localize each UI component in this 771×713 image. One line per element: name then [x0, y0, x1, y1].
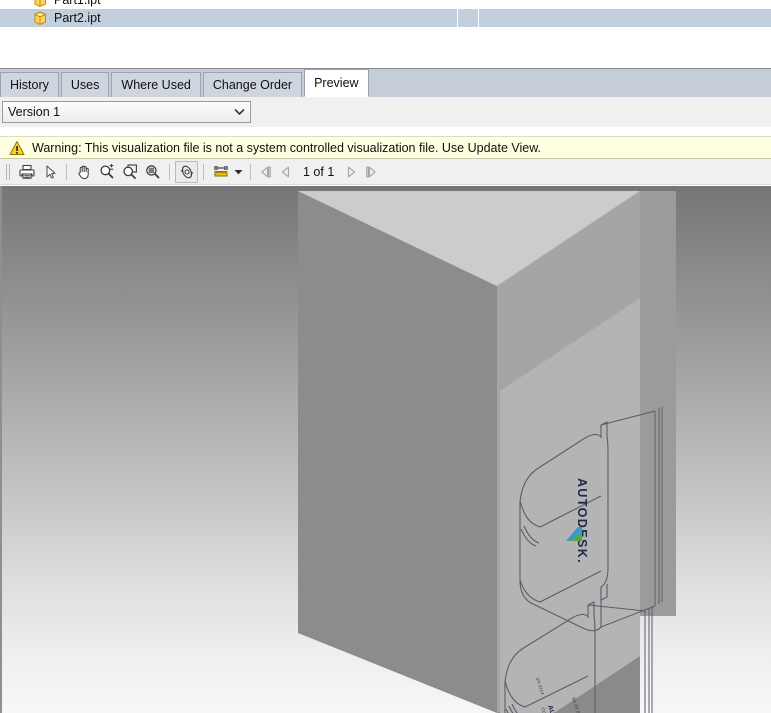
- row-indent: [0, 0, 32, 9]
- zoom-all-icon[interactable]: [141, 161, 164, 183]
- column-separator: [478, 0, 479, 30]
- column-separator: [457, 0, 458, 30]
- zoom-icon[interactable]: [95, 161, 118, 183]
- warning-message: Warning: This visualization file is not …: [32, 140, 542, 155]
- file-list-grid[interactable]: Part1.ipt Part2.ipt: [0, 0, 771, 30]
- measure-ruler-icon[interactable]: [209, 161, 232, 183]
- list-item-label: Part1.ipt: [54, 0, 101, 7]
- version-bar: Version 1: [0, 97, 771, 128]
- last-page-icon[interactable]: [361, 161, 381, 183]
- ipt-part-icon: [32, 0, 48, 8]
- ipt-part-icon: [32, 10, 48, 26]
- print-icon[interactable]: [15, 161, 38, 183]
- next-page-icon[interactable]: [341, 161, 361, 183]
- tab-preview[interactable]: Preview: [304, 69, 369, 97]
- toolbar-separator: [250, 164, 251, 180]
- version-select[interactable]: Version 1: [2, 101, 251, 123]
- toolbar-grip-handle[interactable]: [4, 163, 13, 181]
- chevron-down-icon[interactable]: [228, 102, 250, 122]
- tab-list: History Uses Where Used Change Order Pre…: [0, 69, 369, 97]
- tab-bar: History Uses Where Used Change Order Pre…: [0, 68, 771, 97]
- toolbar-separator: [66, 164, 67, 180]
- vault-preview-panel: Part1.ipt Part2.ipt History Uses Where U…: [0, 0, 771, 713]
- list-item-label: Part2.ipt: [54, 11, 101, 25]
- model-face-right-strip: [640, 191, 676, 616]
- list-item[interactable]: Part1.ipt: [0, 0, 771, 9]
- warning-triangle-icon: [9, 140, 25, 156]
- toolbar-separator: [169, 164, 170, 180]
- toolbar-bottom-edge: [0, 184, 771, 185]
- warning-bar: Warning: This visualization file is not …: [0, 136, 771, 159]
- tab-uses[interactable]: Uses: [60, 72, 110, 97]
- svg-text:AUTODESK.: AUTODESK.: [575, 478, 589, 564]
- orbit-3d-icon[interactable]: [175, 161, 198, 183]
- list-item[interactable]: Part2.ipt: [0, 9, 771, 27]
- panel-gap: [0, 30, 771, 68]
- model-preview-viewport[interactable]: AUTODESK. 91 20 03 SN 0114: [0, 186, 771, 713]
- autodesk-wordmark: AUTODESK.: [575, 478, 589, 564]
- chevron-down-icon[interactable]: [232, 161, 245, 183]
- version-select-value: Version 1: [8, 105, 61, 119]
- toolbar-separator: [203, 164, 204, 180]
- version-bar-divider: [0, 127, 771, 128]
- tab-where-used[interactable]: Where Used: [111, 72, 201, 97]
- select-arrow-icon[interactable]: [38, 161, 61, 183]
- page-indicator: 1 of 1: [303, 165, 335, 179]
- row-indent: [0, 9, 32, 27]
- preview-toolbar: 1 of 1: [0, 159, 771, 185]
- pan-hand-icon[interactable]: [72, 161, 95, 183]
- tab-change-order[interactable]: Change Order: [202, 72, 303, 97]
- zoom-window-icon[interactable]: [118, 161, 141, 183]
- first-page-icon[interactable]: [256, 161, 276, 183]
- model-3d-geometry: AUTODESK. 91 20 03 SN 0114: [298, 191, 676, 713]
- tab-history[interactable]: History: [0, 72, 59, 97]
- previous-page-icon[interactable]: [276, 161, 296, 183]
